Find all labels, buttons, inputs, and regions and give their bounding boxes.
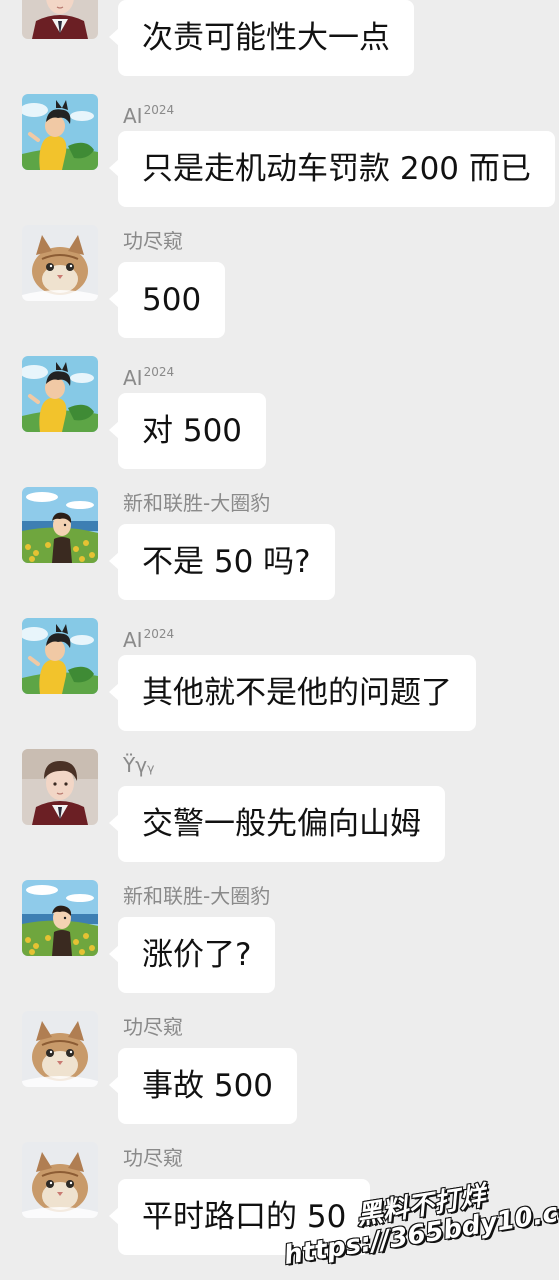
sender-name-suffix: 2024 <box>143 627 175 641</box>
chat-message: Ÿγᵧ 交警一般先偏向山姆 <box>0 749 559 869</box>
chat-message: AI2024 只是走机动车罚款 200 而已 <box>0 94 559 214</box>
chat-message: 功尽窥 500 <box>0 225 559 345</box>
cartoon-field-avatar-icon[interactable] <box>22 880 98 956</box>
sender-name-text: AI <box>123 628 143 652</box>
message-bubble[interactable]: 平时路口的 50 <box>108 1179 371 1255</box>
sender-name: Ÿγᵧ <box>123 753 155 777</box>
chat-message: Ÿγᵧ次责可能性大一点 <box>0 0 559 83</box>
message-bubble[interactable]: 涨价了? <box>108 917 276 993</box>
sender-name-text: Ÿγᵧ <box>123 753 155 777</box>
chat-message: AI2024 对 500 <box>0 356 559 476</box>
sender-name-text: 新和联胜-大圈豹 <box>123 884 271 908</box>
message-bubble[interactable]: 次责可能性大一点 <box>109 0 414 76</box>
sender-name-text: 新和联胜-大圈豹 <box>123 491 271 515</box>
cartoon-kid-avatar-icon[interactable] <box>22 618 98 694</box>
anime-boy-avatar-icon[interactable] <box>22 0 98 39</box>
sender-name: AI2024 <box>123 98 174 128</box>
message-bubble[interactable]: 500 <box>108 262 226 338</box>
chat-message: AI2024 其他就不是他的问题了 <box>0 618 559 738</box>
sender-name: 新和联胜-大圈豹 <box>123 884 270 908</box>
cat-avatar-icon[interactable] <box>22 1142 98 1218</box>
message-bubble[interactable]: 对 500 <box>108 393 267 469</box>
sender-name-text: AI <box>123 366 143 390</box>
sender-name: 新和联胜-大圈豹 <box>123 491 270 515</box>
chat-message: 功尽窥平时路口的 50 <box>0 1142 559 1262</box>
anime-boy-avatar-icon[interactable] <box>22 749 98 825</box>
sender-name-suffix: 2024 <box>143 103 175 117</box>
sender-name: AI2024 <box>123 360 174 390</box>
cartoon-kid-avatar-icon[interactable] <box>22 94 98 170</box>
message-bubble[interactable]: 只是走机动车罚款 200 而已 <box>109 131 555 207</box>
sender-name: 功尽窥 <box>123 229 183 253</box>
sender-name: 功尽窥 <box>123 1146 183 1170</box>
sender-name: 功尽窥 <box>123 1015 183 1039</box>
message-bubble[interactable]: 不是 50 吗? <box>109 524 335 600</box>
cartoon-kid-avatar-icon[interactable] <box>22 356 98 432</box>
chat-message: 功尽窥事故 500 <box>0 1011 559 1131</box>
chat-message: 新和联胜-大圈豹不是 50 吗? <box>0 487 559 607</box>
sender-name-suffix: 2024 <box>143 365 175 379</box>
cartoon-field-avatar-icon[interactable] <box>22 487 98 563</box>
message-bubble[interactable]: 交警一般先偏向山姆 <box>109 786 445 862</box>
sender-name-text: 功尽窥 <box>123 1146 183 1170</box>
cat-avatar-icon[interactable] <box>22 225 98 301</box>
sender-name-text: 功尽窥 <box>123 229 183 253</box>
sender-name-text: 功尽窥 <box>123 1015 183 1039</box>
message-bubble[interactable]: 其他就不是他的问题了 <box>109 655 476 731</box>
cat-avatar-icon[interactable] <box>22 1011 98 1087</box>
sender-name: AI2024 <box>123 622 174 652</box>
chat-message-list[interactable]: Ÿγᵧ次责可能性大一点 AI2024只是走机动车罚款 200 而已 功尽窥500 <box>0 0 559 1280</box>
sender-name-text: AI <box>123 104 143 128</box>
chat-message: 新和联胜-大圈豹涨价了? <box>0 880 559 1000</box>
message-bubble[interactable]: 事故 500 <box>108 1048 298 1124</box>
